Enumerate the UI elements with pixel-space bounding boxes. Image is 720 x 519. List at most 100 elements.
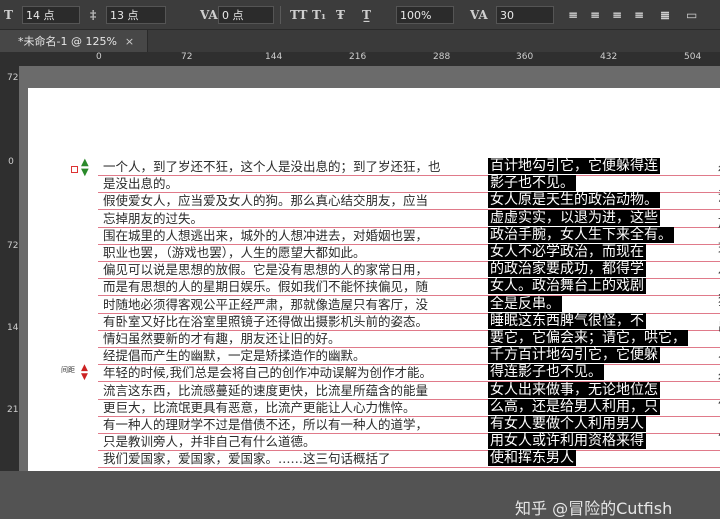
selected-text-line[interactable]: 有女人要做个人利用男人 (488, 416, 646, 432)
selected-text: 百计地勾引它，它便躲得连 (488, 158, 660, 174)
ruler-label: 216 (349, 52, 367, 62)
selected-text-line[interactable]: 的政治家要成功，都得学 (488, 261, 646, 278)
body-text-line[interactable]: 一个人，到了岁还不狂，这个人是没出息的；到了岁还狂，也 (103, 160, 441, 174)
document-page[interactable]: ▲ ▼ 间距 ▲ ▼ 一个人，到了岁还不狂，这个人是没出息的；到了岁还狂，也 是没出息… (28, 88, 720, 471)
tracking-field[interactable]: 0 点 (218, 6, 274, 24)
body-text-line[interactable]: 流言这东西，比流感蔓延的速度更快，比流星所蕴含的能量 (103, 383, 428, 398)
leading-field[interactable]: 13 点 (106, 6, 166, 24)
align-left-icon[interactable]: ≡ (568, 5, 578, 25)
baseline-guide (98, 467, 720, 469)
ruler-label: 432 (600, 52, 618, 62)
body-text-line[interactable]: 情妇虽然要新的才有趣，朋友还让旧的好。 (103, 332, 341, 346)
selected-text-line[interactable]: 千方百计地勾引它，它便躲 (488, 347, 660, 364)
selected-text: 有女人要做个人利用男人 (488, 416, 646, 432)
justify-all-icon[interactable]: ≣ (660, 5, 670, 25)
selected-text-line[interactable]: 政治手腕，女人生下来全有。 (488, 226, 674, 243)
align-right-icon[interactable]: ≡ (612, 5, 622, 25)
selected-text: 影子也不见。 (488, 175, 576, 192)
ruler-label: 288 (433, 52, 451, 62)
selected-text: 千方百计地勾引它，它便躲 (488, 347, 660, 364)
ruler-label: 144 (7, 323, 25, 333)
body-text-line[interactable]: 我们爱国家，爱国家，爱国家。……这三句话概括了 (103, 452, 391, 466)
body-text-line[interactable]: 更巨大，比流氓更具有恶意，比流产更能让人心力憔悴。 (103, 400, 416, 415)
selected-text: 女人原是天生的政治动物。 (488, 192, 660, 209)
ruler-label: 360 (516, 52, 534, 62)
selected-text: 得连影子也不见。 (488, 364, 604, 381)
close-icon[interactable]: × (125, 35, 134, 48)
selected-text-line[interactable]: 影子也不见。 (488, 175, 576, 192)
baseline-shift-icon: ▲ ▼ (81, 157, 89, 178)
selected-text: 女人不必学政治，而现在 (488, 244, 646, 260)
superscript-button[interactable]: T₁ (312, 5, 326, 25)
baseline-guide (98, 175, 720, 176)
selected-text: 睡眠这东西脾气很怪，不 (488, 312, 646, 329)
justify-icon[interactable]: ≡ (634, 5, 644, 25)
selected-text-line[interactable]: 用女人或许利用资格来得 (488, 433, 646, 450)
selected-text: 么高，还是给男人利用，只 (488, 398, 660, 415)
selected-text-line[interactable]: 女人原是天生的政治动物。 (488, 192, 660, 209)
horizontal-scale-field[interactable]: 100% (396, 6, 454, 24)
selected-text-line[interactable]: 睡眠这东西脾气很怪，不 (488, 312, 646, 329)
ruler-label: 504 (684, 52, 702, 62)
underline-button[interactable]: T̲ (362, 5, 371, 25)
selected-text-line[interactable]: 女人不必学政治，而现在 (488, 244, 646, 260)
body-text-line[interactable]: 时随地必须得客观公平正经严肃，那就像造屋只有客厅，没 (103, 297, 428, 312)
body-text-line[interactable]: 职业也罢，（游戏也罢），人生的愿望大都如此。 (103, 246, 366, 260)
selected-text: 女人出来做事，无论地位怎 (488, 381, 660, 398)
selected-text: 使和挥东男人 (488, 450, 576, 467)
all-caps-button[interactable]: TT (290, 5, 307, 25)
selected-text-line[interactable]: 女人出来做事，无论地位怎 (488, 381, 660, 398)
selected-text: 虚虚实实，以退为进，这些 (488, 209, 660, 226)
selected-text: 用女人或许利用资格来得 (488, 433, 646, 450)
document-tabbar: *未命名-1 @ 125% × (0, 30, 720, 52)
horizontal-ruler[interactable]: 0 72 144 216 288 360 432 504 (19, 52, 720, 66)
selected-text-line[interactable]: 么高，还是给男人利用，只 (488, 398, 660, 415)
selected-text: 女人。政治舞台上的戏剧 (488, 278, 646, 295)
ruler-label: 72 (7, 73, 19, 83)
font-size-icon: T (4, 8, 13, 22)
body-text-line[interactable]: 是没出息的。 (103, 177, 178, 191)
vertical-ruler[interactable]: 72 0 72 144 216 (0, 66, 25, 471)
separator (280, 6, 281, 24)
canvas-area[interactable]: ▲ ▼ 间距 ▲ ▼ 一个人，到了岁还不狂，这个人是没出息的；到了岁还狂，也 是没出息… (19, 66, 720, 518)
ruler-corner (0, 52, 20, 66)
selected-text-line[interactable]: 全是反串。 (488, 295, 562, 312)
selected-text-line[interactable]: 百计地勾引它，它便躲得连 (488, 158, 660, 174)
selected-text: 的政治家要成功，都得学 (488, 261, 646, 278)
body-text-line[interactable]: 只是教训旁人，并非自己有什么道德。 (103, 435, 316, 449)
panel-icon[interactable]: ▭ (686, 5, 697, 25)
font-size-field[interactable]: 14 点 (22, 6, 80, 24)
selected-text-line[interactable]: 女人。政治舞台上的戏剧 (488, 278, 646, 295)
tracking-icon: VA (200, 8, 218, 22)
kerning-field[interactable]: 30 (496, 6, 554, 24)
body-text-line[interactable]: 假使爱女人，应当爱及女人的狗。那么真心结交朋友，应当 (103, 194, 428, 208)
watermark: 知乎 @冒险的Cutfish (515, 499, 673, 518)
ruler-label: 216 (7, 405, 25, 415)
selected-text: 要它，它偏会来；请它，哄它， (488, 330, 688, 346)
ruler-label: 0 (96, 52, 102, 62)
body-text-line[interactable]: 围在城里的人想逃出来，城外的人想冲进去，对婚姻也罢， (103, 228, 428, 243)
body-text-line[interactable]: 年轻的时候,我们总是会将自己的创作冲动误解为创作才能。 (103, 366, 432, 380)
selected-text-line[interactable]: 使和挥东男人 (488, 450, 576, 467)
align-center-icon[interactable]: ≡ (590, 5, 600, 25)
character-toolbar: T 14 点 ‡ 13 点 VA 0 点 TT T₁ Ŧ T̲ 100% VA … (0, 0, 720, 30)
selected-text: 全是反串。 (488, 295, 562, 312)
body-text-line[interactable]: 而是有思想的人的星期日娱乐。假如我们不能怀挟偏见，随 (103, 280, 428, 294)
ruler-label: 0 (8, 157, 14, 167)
body-text-line[interactable]: 有一种人的理财学不过是借债不还，所以有一种人的道学， (103, 418, 428, 432)
body-text-line[interactable]: 忘掉朋友的过失。 (103, 211, 203, 226)
ruler-label: 72 (181, 52, 193, 62)
text-frame-handle[interactable] (71, 166, 78, 173)
selected-text-line[interactable]: 要它，它偏会来；请它，哄它， (488, 330, 688, 346)
body-text-line[interactable]: 经提倡而产生的幽默，一定是矫揉造作的幽默。 (103, 349, 366, 363)
body-text-line[interactable]: 偏见可以说是思想的放假。它是没有思想的人的家常日用， (103, 263, 428, 277)
document-tab[interactable]: *未命名-1 @ 125% × (0, 30, 148, 52)
selected-text-line[interactable]: 得连影子也不见。 (488, 364, 604, 381)
side-marker: 间距 (61, 366, 75, 374)
ruler-label: 72 (7, 241, 19, 251)
leading-icon: ‡ (90, 8, 97, 22)
selected-text-line[interactable]: 虚虚实实，以退为进，这些 (488, 209, 660, 226)
spacing-arrows-icon: ▲ ▼ (81, 363, 88, 382)
strikethrough-button[interactable]: Ŧ (336, 5, 345, 25)
body-text-line[interactable]: 有卧室又好比在浴室里照镜子还得做出摄影机头前的姿态。 (103, 314, 428, 329)
